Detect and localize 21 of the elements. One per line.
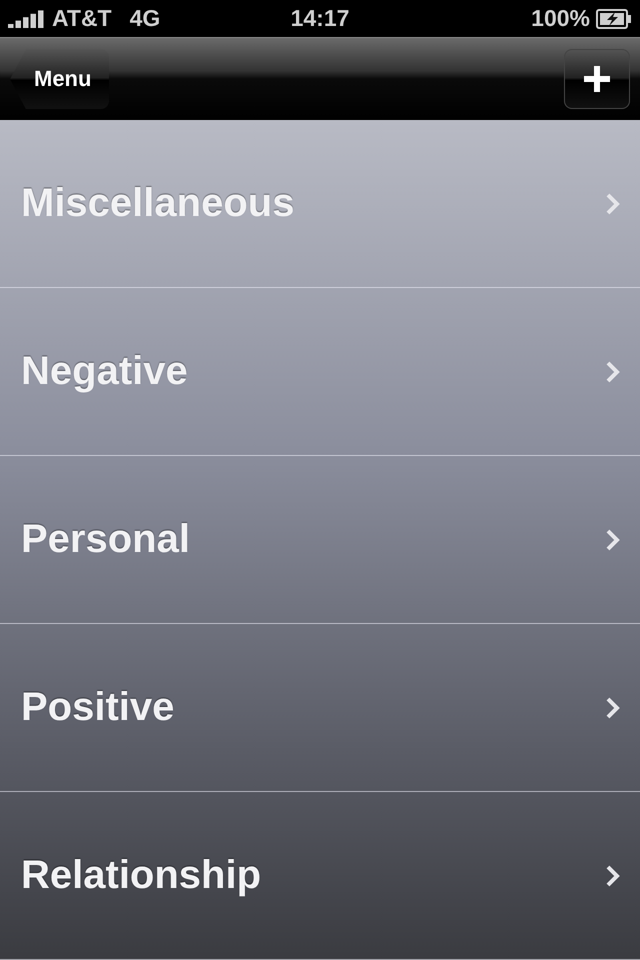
category-label: Relationship [21,853,262,898]
add-button[interactable] [564,49,630,110]
chevron-icon [606,360,620,382]
category-row[interactable]: Personal [0,456,640,624]
category-row[interactable]: Relationship [0,792,640,960]
plus-icon [584,66,610,92]
chevron-icon [606,864,620,886]
chevron-icon [606,192,620,214]
clock-time: 14:17 [290,5,350,32]
carrier-name: AT&T [52,5,112,32]
category-label: Negative [21,349,188,394]
category-row[interactable]: Positive [0,624,640,792]
category-label: Personal [21,517,190,562]
category-label: Miscellaneous [21,181,294,226]
category-label: Positive [21,685,174,730]
battery-charging-icon [596,8,632,29]
battery-percentage: 100% [531,5,590,32]
network-type: 4G [130,5,160,32]
signal-icon [8,10,44,28]
chevron-icon [606,696,620,718]
chevron-icon [606,528,620,550]
